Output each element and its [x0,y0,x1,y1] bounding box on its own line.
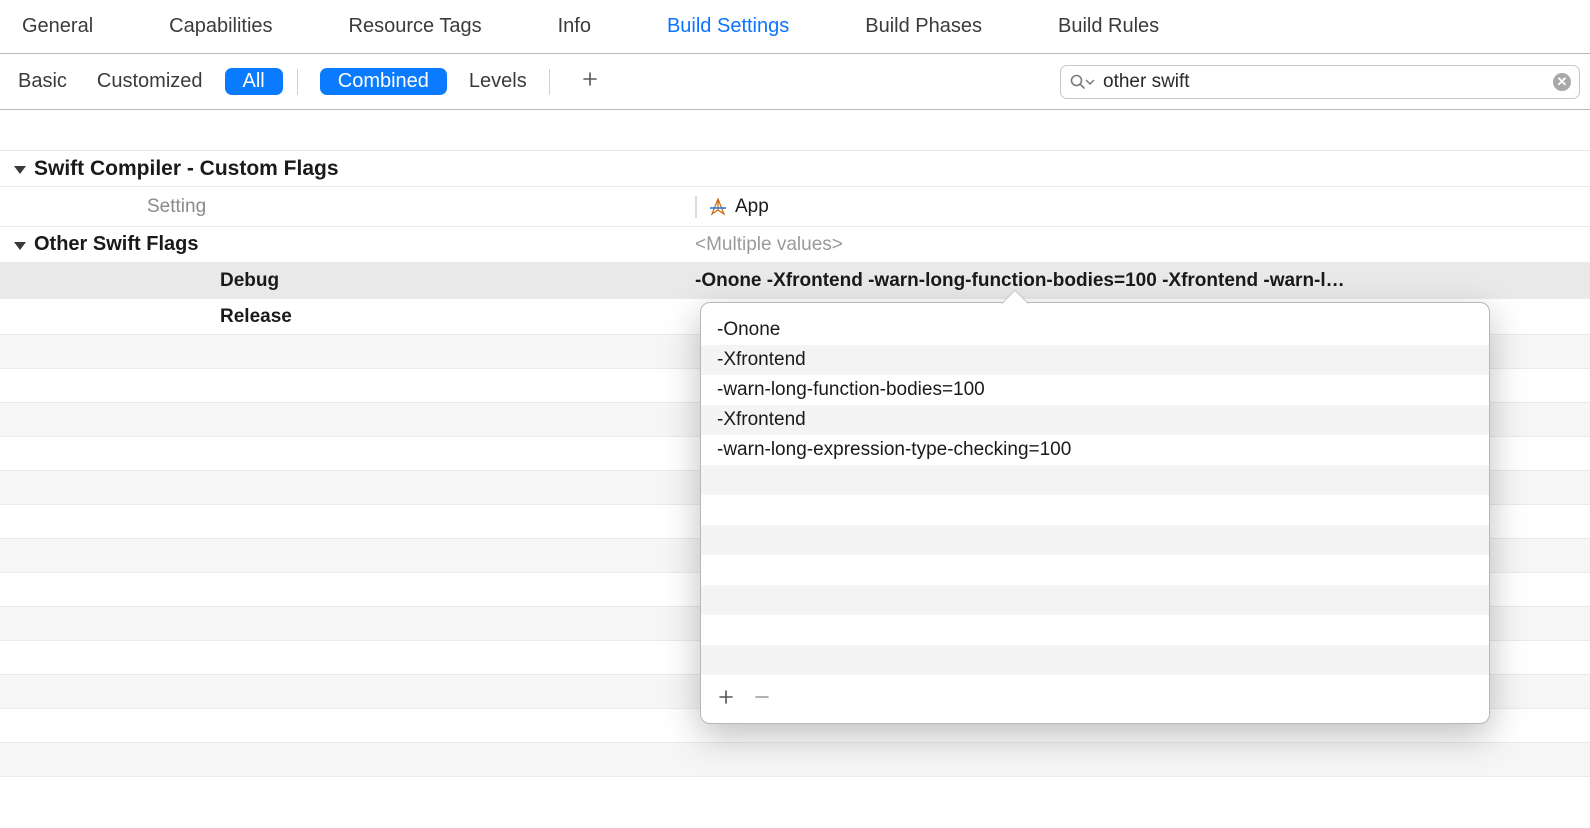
scope-all[interactable]: All [225,68,283,95]
view-combined[interactable]: Combined [320,68,447,95]
tab-build-rules[interactable]: Build Rules [1050,11,1167,42]
search-field[interactable]: ✕ [1060,65,1580,99]
setting-value-multiple: <Multiple values> [695,234,1590,256]
filter-bar: Basic Customized All Combined Levels ✕ [0,54,1590,110]
list-item[interactable]: -Onone [701,315,1489,345]
list-item[interactable] [701,615,1489,645]
list-item[interactable] [701,525,1489,555]
list-item[interactable] [701,645,1489,675]
flags-list-editor: -Onone -Xfrontend -warn-long-function-bo… [700,302,1490,724]
config-row-debug[interactable]: Debug + -Onone -Xfrontend -warn-long-fun… [0,263,1590,299]
chevron-down-icon[interactable] [1085,77,1095,87]
list-item[interactable] [701,585,1489,615]
config-name: Debug [0,270,695,292]
scope-basic[interactable]: Basic [10,68,75,95]
list-item[interactable]: -warn-long-expression-type-checking=100 [701,435,1489,465]
list-item[interactable]: -Xfrontend [701,405,1489,435]
flags-list[interactable]: -Onone -Xfrontend -warn-long-function-bo… [701,303,1489,677]
config-value[interactable]: -Onone -Xfrontend -warn-long-function-bo… [695,270,1345,292]
section-title: Swift Compiler - Custom Flags [34,157,339,181]
flags-list-footer [701,677,1489,723]
clear-search-button[interactable]: ✕ [1553,73,1571,91]
tab-resource-tags[interactable]: Resource Tags [341,11,490,42]
list-item[interactable] [701,465,1489,495]
tab-info[interactable]: Info [550,11,599,42]
divider [549,69,550,95]
plus-icon [582,71,598,87]
add-setting-button[interactable] [572,70,608,93]
search-input[interactable] [1095,71,1553,93]
chevron-down-icon[interactable] [14,242,26,250]
list-item[interactable]: -Xfrontend [701,345,1489,375]
column-target-label: App [735,196,769,218]
x-icon: ✕ [1557,74,1568,89]
editor-tabs: General Capabilities Resource Tags Info … [0,0,1590,54]
plus-icon [717,688,735,706]
setting-row-other-swift-flags[interactable]: Other Swift Flags <Multiple values> [0,227,1590,263]
list-item[interactable] [701,555,1489,585]
column-setting-label: Setting [0,196,695,218]
minus-icon [753,688,771,706]
tab-capabilities[interactable]: Capabilities [161,11,280,42]
config-name: Release [0,306,695,328]
columns-header: Setting App [0,187,1590,227]
scope-customized[interactable]: Customized [89,68,211,95]
list-item[interactable]: -warn-long-function-bodies=100 [701,375,1489,405]
remove-flag-button[interactable] [753,687,771,711]
tab-build-settings[interactable]: Build Settings [659,11,797,42]
view-levels[interactable]: Levels [461,68,535,95]
tab-general[interactable]: General [14,11,101,42]
column-divider [695,196,697,218]
section-header[interactable]: Swift Compiler - Custom Flags [0,151,1590,187]
list-item[interactable] [701,495,1489,525]
setting-name: Other Swift Flags [34,233,198,256]
add-flag-button[interactable] [717,687,735,711]
app-target-icon [707,196,729,218]
divider [297,69,298,95]
chevron-down-icon[interactable] [14,166,26,174]
settings-content: Swift Compiler - Custom Flags Setting Ap… [0,110,1590,777]
tab-build-phases[interactable]: Build Phases [857,11,990,42]
empty-row [0,743,1590,777]
